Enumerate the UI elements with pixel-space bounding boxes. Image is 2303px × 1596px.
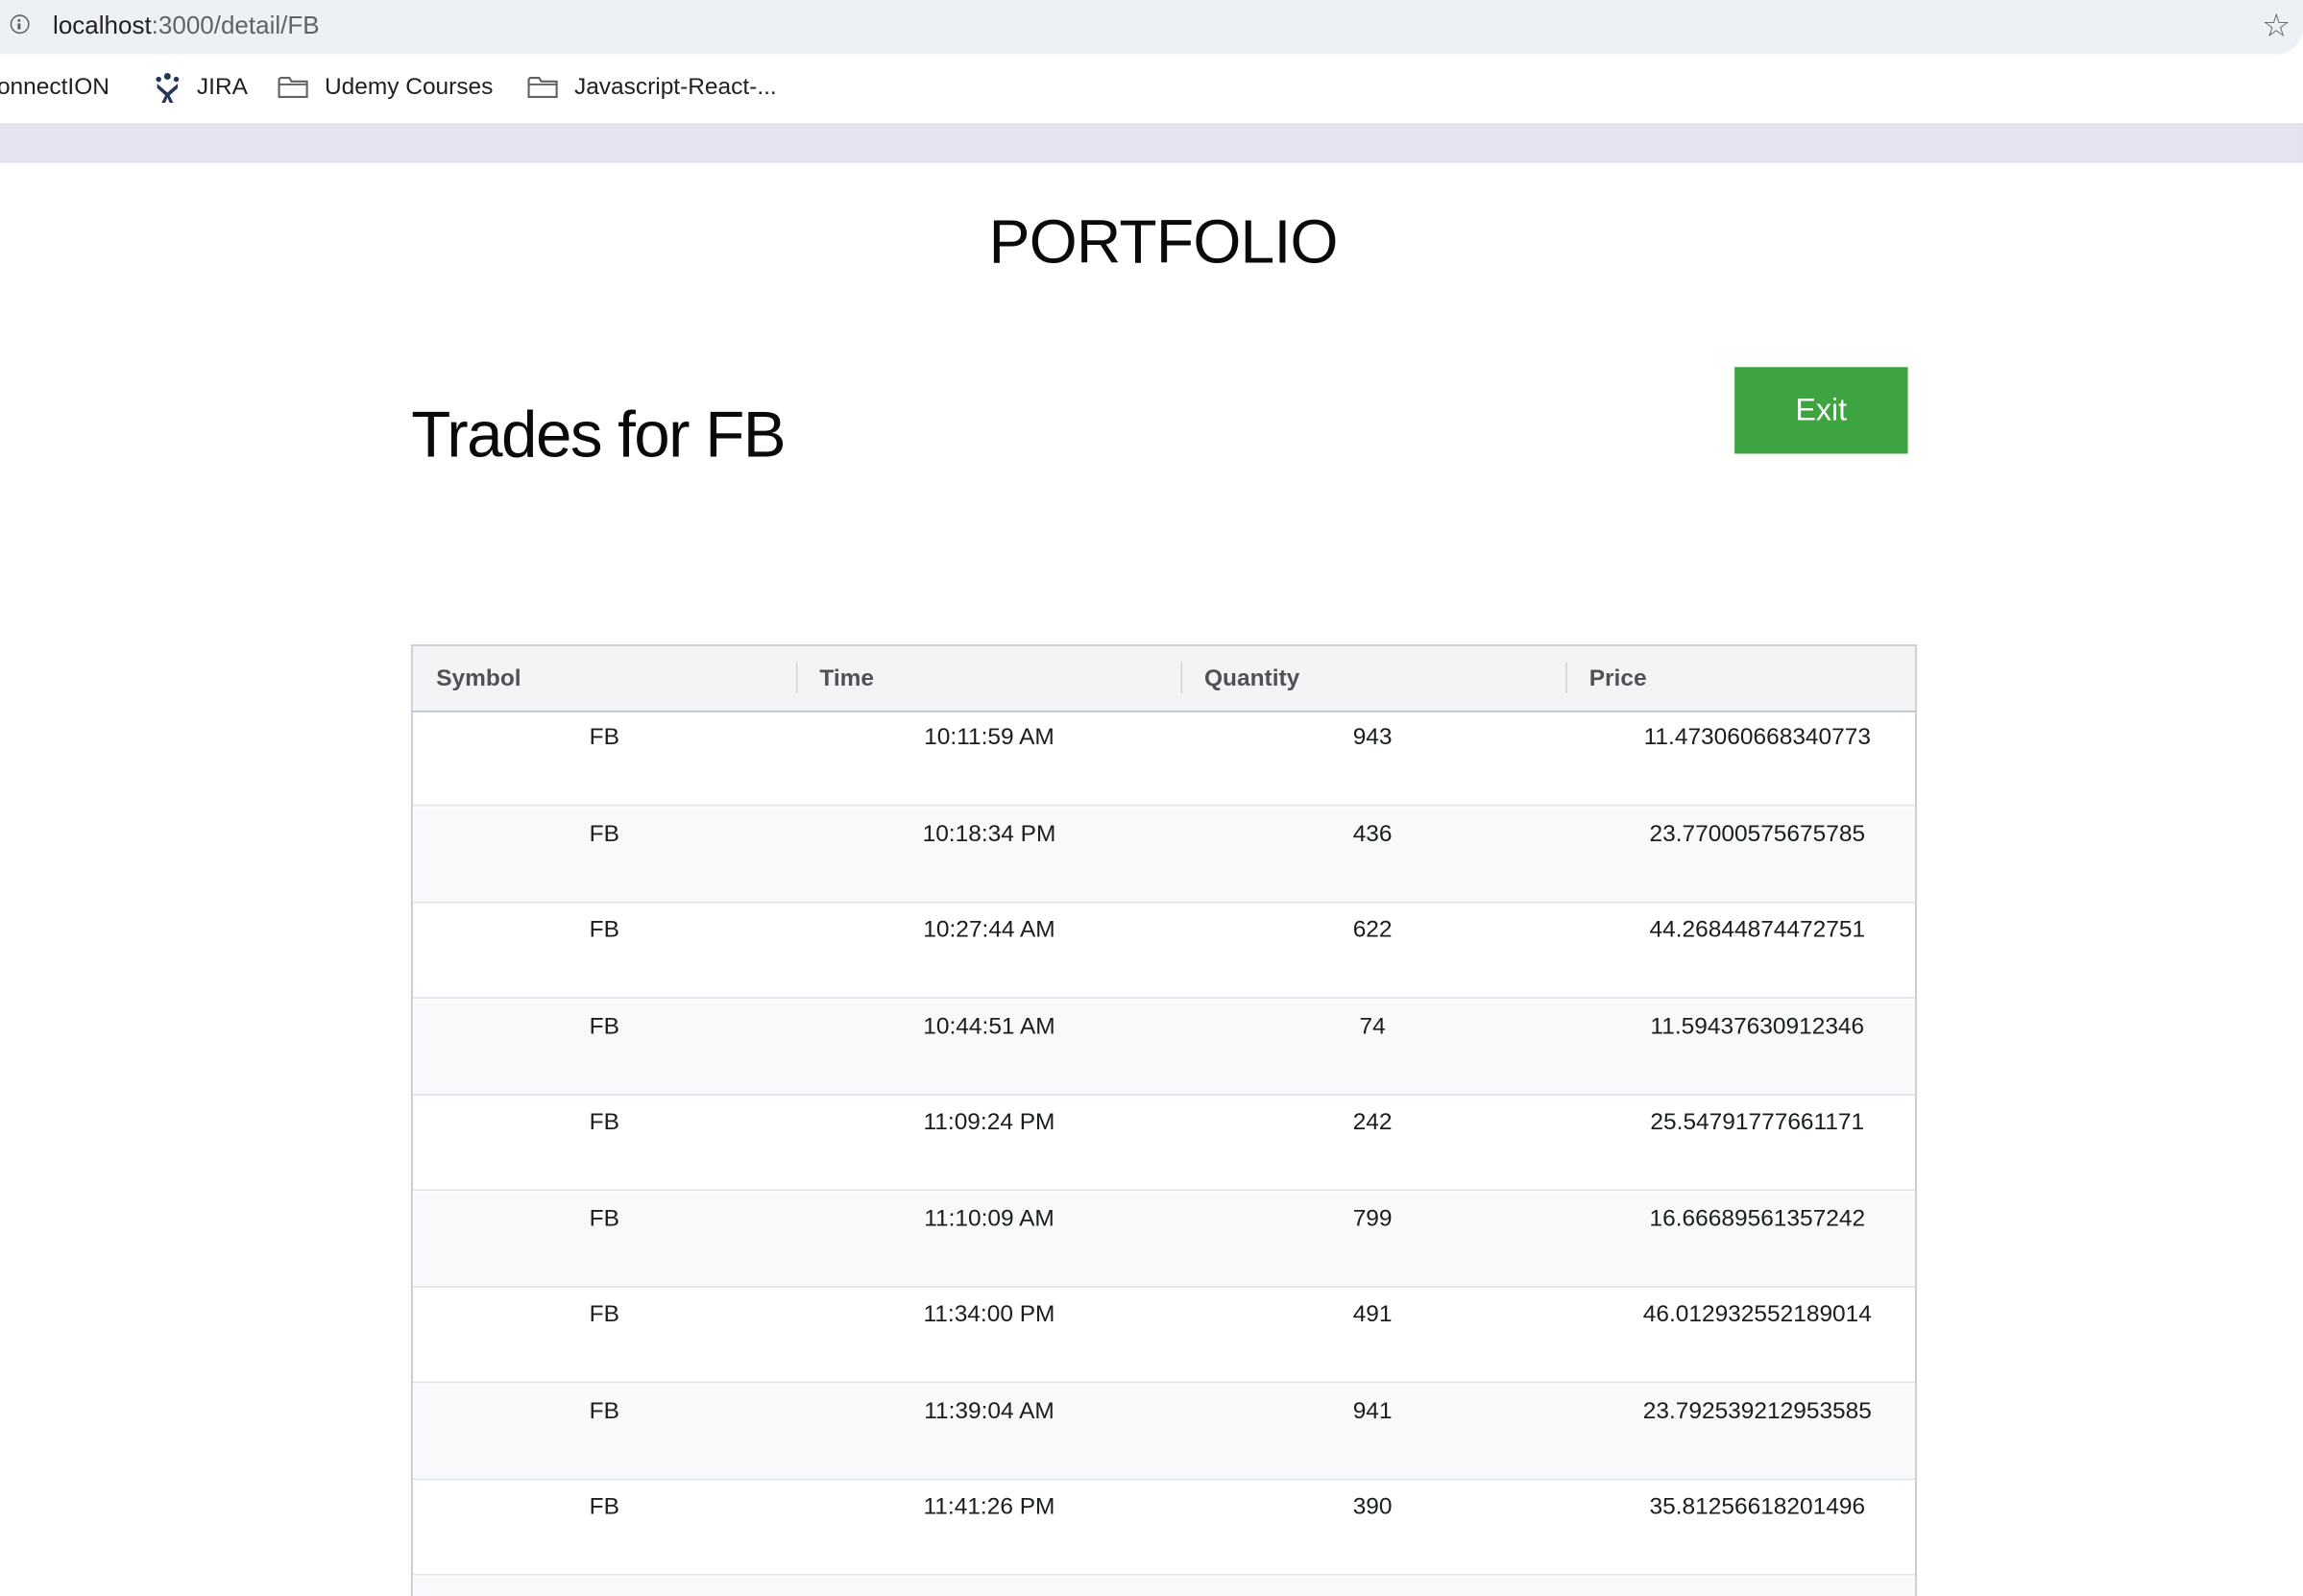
cell-time: 10:18:34 PM (922, 822, 1056, 848)
cell-price: 25.54791777661171 (1650, 1109, 1865, 1135)
cell-symbol: FB (589, 917, 619, 943)
cell-time: 10:44:51 AM (923, 1014, 1055, 1040)
table-row[interactable]: FB 11:41:26 PM 390 35.81256618201496 (412, 1480, 1916, 1576)
cell-price: 11.59437630912346 (1650, 1014, 1865, 1040)
column-header-quantity[interactable]: Quantity (1181, 646, 1566, 711)
url-path: :3000/detail/FB (151, 12, 320, 40)
url-text[interactable]: localhost:3000/detail/FB (53, 12, 320, 41)
cell-price: 11.473060668340773 (1643, 725, 1871, 751)
folder-icon (278, 76, 308, 98)
table-row[interactable]: FB 11:10:09 AM 799 16.66689561357242 (412, 1192, 1916, 1288)
page-title: Trades for FB (411, 399, 786, 472)
cell-symbol: FB (589, 1109, 619, 1135)
cell-price: 16.66689561357242 (1649, 1206, 1866, 1232)
column-header-symbol[interactable]: Symbol (413, 646, 796, 711)
cell-quantity: 799 (1352, 1206, 1393, 1232)
cell-time: 11:10:09 AM (924, 1206, 1055, 1232)
app-title: PORTFOLIO (988, 206, 1339, 277)
cell-price: 46.012932552189014 (1642, 1302, 1872, 1328)
table-row[interactable]: FB 11:39:04 AM 941 23.792539212953585 (412, 1384, 1916, 1481)
cell-time: 10:27:44 AM (923, 917, 1055, 943)
cell-symbol: FB (589, 822, 619, 848)
cell-quantity: 74 (1359, 1014, 1386, 1040)
browser-viewport: localhost:3000/detail/FB ☆ onnectION JIR… (0, 0, 2303, 1596)
trades-table: Symbol Time Quantity Price FB 10:11:59 A… (411, 644, 1917, 1596)
table-row[interactable]: FB 10:27:44 AM 622 44.26844874472751 (412, 903, 1916, 999)
cell-quantity: 622 (1352, 917, 1393, 943)
site-info-icon[interactable] (10, 14, 30, 35)
cell-time: 11:39:04 AM (924, 1399, 1055, 1425)
cell-price: 35.81256618201496 (1649, 1494, 1866, 1520)
cell-quantity: 491 (1352, 1302, 1393, 1328)
cell-time: 11:41:26 PM (923, 1494, 1055, 1520)
cell-quantity: 941 (1352, 1399, 1393, 1425)
cell-symbol: FB (589, 1206, 619, 1232)
bookmark-jira[interactable]: JIRA (197, 73, 248, 103)
cell-quantity: 390 (1352, 1494, 1393, 1520)
column-header-price[interactable]: Price (1565, 646, 1915, 711)
cell-symbol: FB (589, 1302, 619, 1328)
cell-price: 44.26844874472751 (1649, 917, 1866, 943)
cell-symbol: FB (589, 725, 619, 751)
cell-quantity: 943 (1352, 725, 1393, 751)
address-bar[interactable]: localhost:3000/detail/FB ☆ (0, 0, 2303, 55)
cell-time: 11:34:00 PM (923, 1302, 1055, 1328)
cell-symbol: FB (589, 1014, 619, 1040)
jira-icon (156, 72, 180, 104)
url-host: localhost (53, 12, 152, 40)
exit-button[interactable]: Exit (1734, 367, 1908, 454)
folder-icon (527, 76, 558, 98)
cell-quantity: 242 (1352, 1109, 1393, 1135)
bookmarks-bar: onnectION JIRA Udemy Courses Javascript-… (0, 54, 2303, 125)
bookmark-udemy-courses[interactable]: Udemy Courses (325, 73, 493, 103)
table-row[interactable]: FB 10:44:51 AM 74 11.59437630912346 (412, 1000, 1916, 1096)
table-header: Symbol Time Quantity Price (412, 645, 1916, 713)
app-top-strip (0, 124, 2303, 163)
table-row[interactable]: FB 10:18:34 PM 436 23.77000575675785 (412, 807, 1916, 904)
bookmark-javascript-react[interactable]: Javascript-React-... (574, 73, 777, 103)
cell-time: 11:09:24 PM (923, 1109, 1055, 1135)
cell-symbol: FB (589, 1399, 619, 1425)
column-header-time[interactable]: Time (796, 646, 1181, 711)
table-row[interactable]: FB 10:11:59 AM 943 11.473060668340773 (412, 711, 1916, 807)
bookmark-star-icon[interactable]: ☆ (2262, 8, 2291, 44)
cell-quantity: 436 (1352, 822, 1393, 848)
cell-time: 10:11:59 AM (924, 725, 1055, 751)
table-row[interactable]: FB 11:09:24 PM 242 25.54791777661171 (412, 1096, 1916, 1192)
cell-symbol: FB (589, 1494, 619, 1520)
table-row-partial[interactable] (412, 1577, 1916, 1596)
cell-price: 23.792539212953585 (1642, 1399, 1872, 1425)
bookmark-connection[interactable]: onnectION (0, 73, 109, 103)
table-row[interactable]: FB 11:34:00 PM 491 46.012932552189014 (412, 1288, 1916, 1384)
cell-price: 23.77000575675785 (1649, 822, 1866, 848)
